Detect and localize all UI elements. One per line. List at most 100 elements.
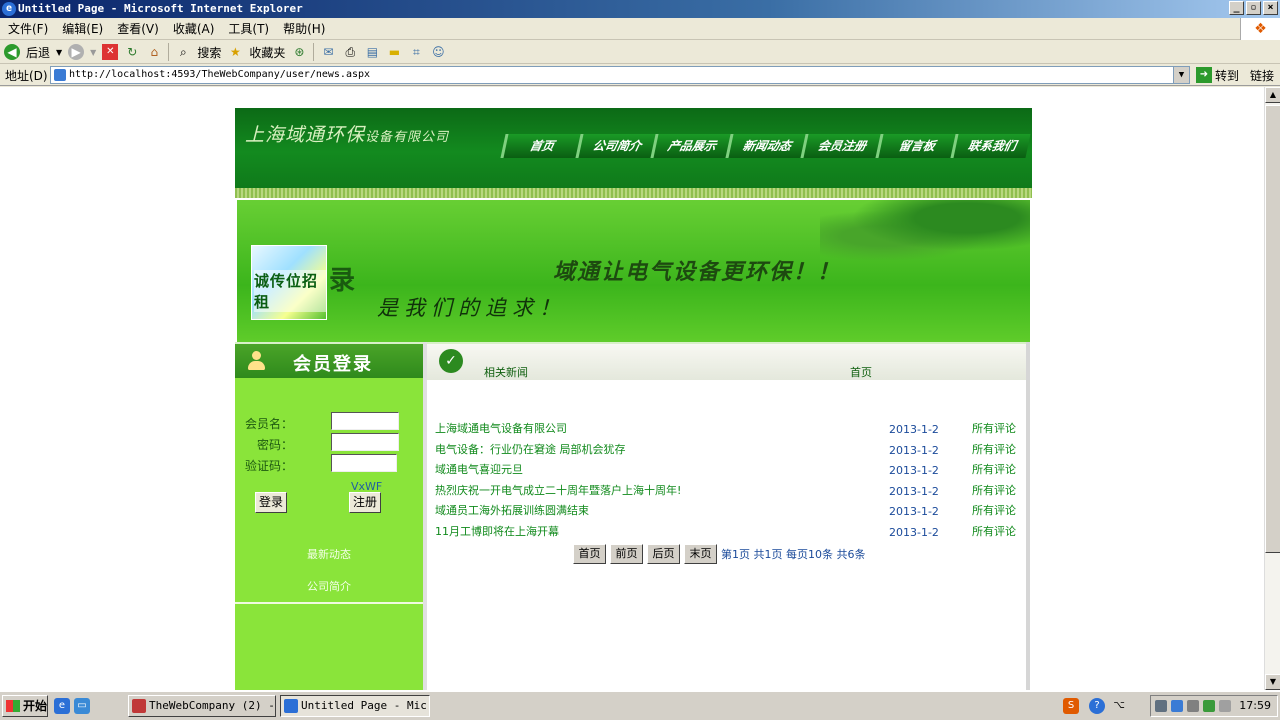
taskbar-task-vs[interactable]: TheWebCompany (2) -... [128,695,276,717]
breadcrumb-home-link[interactable]: 首页 [850,364,872,380]
register-button[interactable]: 注册 [349,492,381,513]
start-button[interactable]: 开始 [2,695,48,717]
refresh-icon[interactable]: ↻ [124,44,140,60]
desktop-quicklaunch-icon[interactable]: ▭ [74,698,90,714]
nav-guestbook[interactable]: 留言板 [875,134,956,158]
news-title-link[interactable]: 11月工博即将在上海开幕 [435,523,559,539]
input-method-icon[interactable]: ⌥ [1111,698,1127,714]
print-icon[interactable]: ⎙ [342,44,358,60]
system-tray: 17:59 [1150,695,1278,717]
sidebar-divider [235,602,423,604]
scroll-down-icon[interactable]: ▼ [1265,674,1280,690]
nav-home[interactable]: 首页 [500,134,581,158]
clock: 17:59 [1239,699,1271,712]
search-button[interactable]: 搜索 [197,44,221,61]
last-page-button[interactable]: 末页 [684,544,717,564]
banner-slogan-secondary: 是我们的追求！ [377,296,566,320]
news-title-link[interactable]: 电气设备：行业仍在窘途 局部机会犹存 [435,441,626,457]
favorites-button[interactable]: 收藏夹 [249,44,285,61]
forward-dropdown-icon[interactable]: ▼ [90,48,96,57]
news-title-link[interactable]: 域通员工海外拓展训练圆满结束 [435,502,589,518]
stop-icon[interactable]: ✕ [102,44,119,60]
vertical-scrollbar[interactable]: ▲ ▼ [1264,87,1280,690]
star-icon[interactable]: ★ [227,44,243,60]
captcha-input[interactable] [331,454,397,472]
menu-favorites[interactable]: 收藏(A) [173,20,215,37]
address-dropdown-icon[interactable]: ▼ [1173,67,1189,83]
prev-page-button[interactable]: 前页 [610,544,643,564]
folder-icon[interactable]: ▬ [386,44,402,60]
start-label[interactable]: 开始 [23,699,47,713]
links-button[interactable]: 链接 [1250,67,1274,84]
toolbar-separator [313,43,315,61]
mail-icon[interactable]: ✉ [320,44,336,60]
help-icon[interactable]: ? [1089,698,1105,714]
go-arrow-icon[interactable]: ➜ [1196,67,1212,83]
promo-image[interactable]: 诚传位招租 [251,245,327,320]
news-comments-link[interactable]: 所有评论 [972,482,1016,498]
history-icon[interactable]: ⊛ [291,44,307,60]
nav-products[interactable]: 产品展示 [650,134,731,158]
sidebar-link-latest[interactable]: 最新动态 [235,546,423,562]
news-comments-link[interactable]: 所有评论 [972,461,1016,477]
page-icon [54,69,66,81]
display-icon[interactable] [1187,700,1199,712]
page-viewport: 上海域通环保设备有限公司 首页 公司简介 产品展示 新闻动态 会员注册 留言板 … [0,87,1264,690]
maximize-button[interactable]: ▫ [1246,1,1261,15]
security-icon[interactable] [1171,700,1183,712]
edit-icon[interactable]: ▤ [364,44,380,60]
discuss-icon[interactable]: ⌗ [408,44,424,60]
windows-logo-icon: ❖ [1240,18,1280,40]
back-arrow-icon[interactable]: ◀ [4,44,20,60]
menu-file[interactable]: 文件(F) [8,20,48,37]
login-button[interactable]: 登录 [255,492,287,513]
task-label[interactable]: Untitled Page - Mic... [301,699,429,712]
username-input[interactable] [331,412,399,430]
tray-app-icon[interactable]: S [1063,698,1079,714]
menu-help[interactable]: 帮助(H) [283,20,325,37]
nav-register[interactable]: 会员注册 [800,134,881,158]
menu-edit[interactable]: 编辑(E) [62,20,103,37]
network-icon[interactable] [1155,700,1167,712]
news-title-link[interactable]: 热烈庆祝一开电气成立二十周年暨落户上海十周年! [435,482,681,498]
menu-view[interactable]: 查看(V) [117,20,159,37]
home-icon[interactable]: ⌂ [146,44,162,60]
scroll-up-icon[interactable]: ▲ [1265,87,1280,103]
scroll-thumb[interactable] [1265,105,1280,553]
news-title-link[interactable]: 域通电气喜迎元旦 [435,461,523,477]
address-input[interactable]: http://localhost:4593/TheWebCompany/user… [50,66,1190,84]
site-header: 上海域通环保设备有限公司 首页 公司简介 产品展示 新闻动态 会员注册 留言板 … [235,108,1032,188]
sidebar-link-about[interactable]: 公司简介 [235,578,423,594]
back-button[interactable]: 后退 [26,44,50,61]
news-comments-link[interactable]: 所有评论 [972,420,1016,436]
news-comments-link[interactable]: 所有评论 [972,523,1016,539]
ie-quicklaunch-icon[interactable]: e [54,698,70,714]
go-label[interactable]: 转到 [1215,67,1239,84]
nav-contact[interactable]: 联系我们 [950,134,1031,158]
menu-tools[interactable]: 工具(T) [228,20,269,37]
address-url[interactable]: http://localhost:4593/TheWebCompany/user… [69,69,370,80]
forward-arrow-icon[interactable]: ▶ [68,44,85,60]
volume-icon[interactable] [1219,700,1231,712]
news-comments-link[interactable]: 所有评论 [972,441,1016,457]
sync-icon[interactable] [1203,700,1215,712]
search-icon[interactable]: ⌕ [175,44,191,60]
messenger-icon[interactable]: ☺ [430,44,446,60]
nav-about[interactable]: 公司简介 [575,134,656,158]
password-input[interactable] [331,433,399,451]
minimize-button[interactable]: _ [1229,1,1244,15]
menu-bar: 文件(F) 编辑(E) 查看(V) 收藏(A) 工具(T) 帮助(H) ❖ [0,18,1280,40]
first-page-button[interactable]: 首页 [573,544,606,564]
go-button[interactable]: ➜ 转到 [1196,66,1239,84]
back-dropdown-icon[interactable]: ▼ [56,48,62,57]
list-item: 域通员工海外拓展训练圆满结束 2013-1-2 所有评论 [435,500,1025,521]
password-label: 密码： [256,438,293,452]
nav-news[interactable]: 新闻动态 [725,134,806,158]
close-button[interactable]: × [1263,1,1278,15]
news-comments-link[interactable]: 所有评论 [972,502,1016,518]
window-title: Untitled Page - Microsoft Internet Explo… [18,2,303,15]
task-label[interactable]: TheWebCompany (2) -... [149,699,275,712]
news-title-link[interactable]: 上海域通电气设备有限公司 [435,420,567,436]
next-page-button[interactable]: 后页 [647,544,680,564]
taskbar-task-ie[interactable]: Untitled Page - Mic... [280,695,430,717]
